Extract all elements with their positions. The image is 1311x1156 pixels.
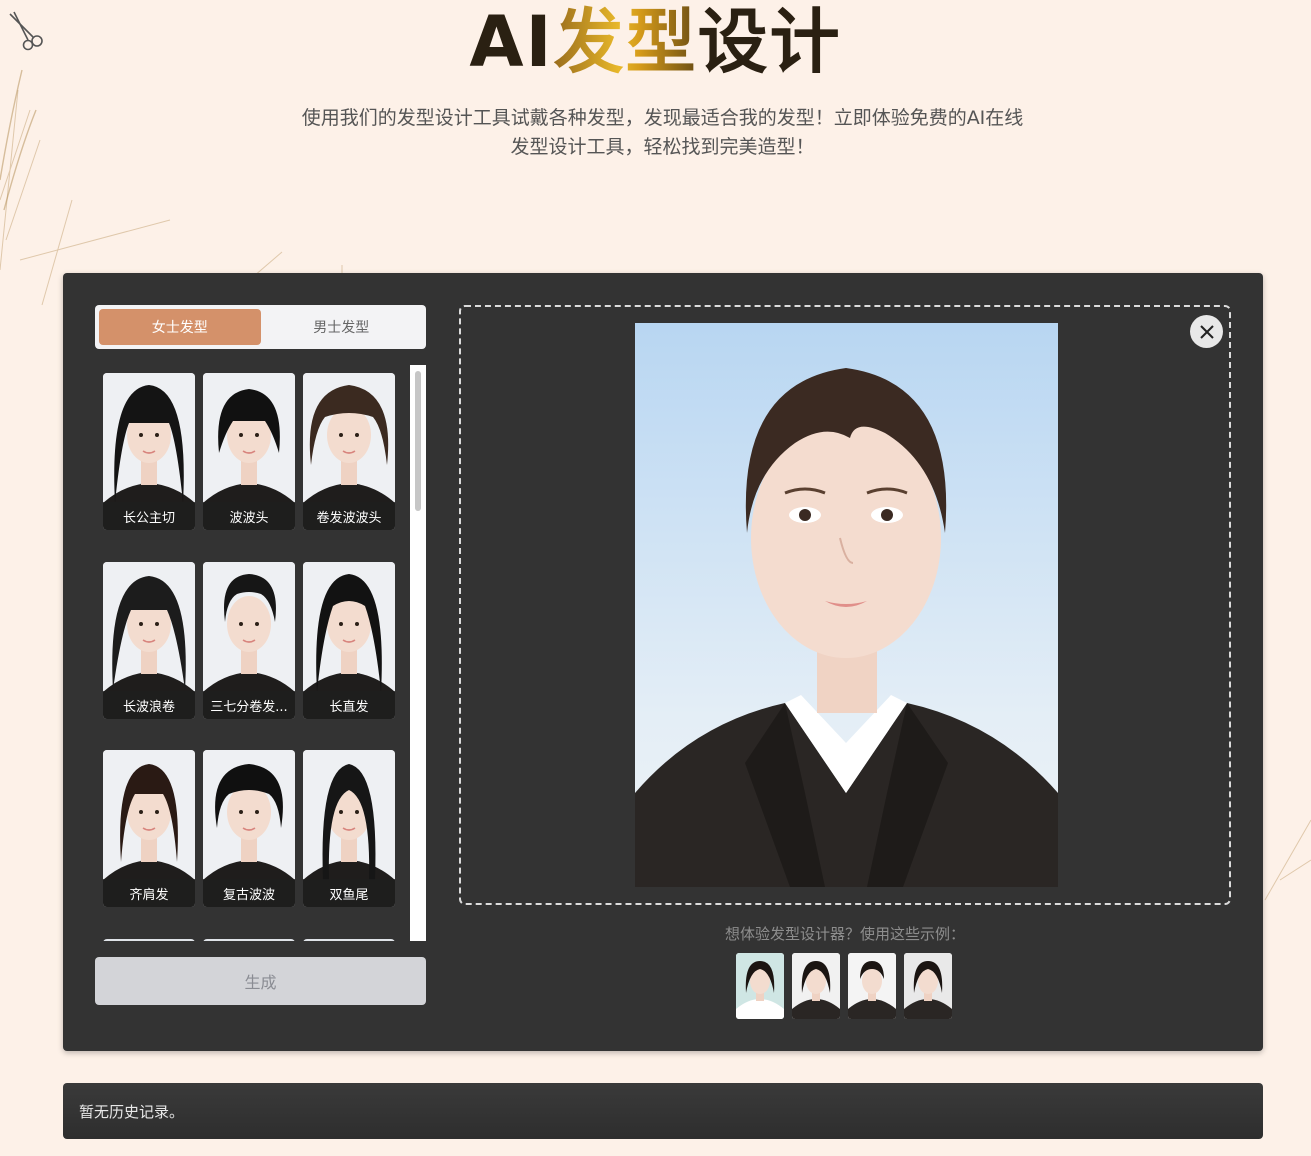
page-title: AI发型设计 [0, 2, 1311, 82]
example-thumbnail [792, 953, 840, 1019]
example-thumbnail [736, 953, 784, 1019]
hairstyle-card[interactable]: 波波头 [203, 373, 295, 530]
hairstyle-label: 复古波波 [203, 879, 295, 907]
uploaded-photo [635, 323, 1058, 887]
page-subtitle: 使用我们的发型设计工具试戴各种发型，发现最适合我的发型！立即体验免费的AI在线 … [270, 104, 1055, 162]
example-thumbnail [848, 953, 896, 1019]
tab-women[interactable]: 女士发型 [99, 309, 261, 345]
example-thumbnail [904, 953, 952, 1019]
hairstyle-card[interactable]: 齐肩发 [103, 750, 195, 907]
title-ai: AI [469, 1, 554, 83]
hairstyle-label: 双鱼尾 [303, 879, 395, 907]
hairstyle-card[interactable]: 卷发波波头 [303, 373, 395, 530]
scrollbar-thumb[interactable] [415, 371, 421, 511]
hairstyle-label: 波波头 [203, 502, 295, 530]
hairstyle-card[interactable]: 三七分卷发... [203, 562, 295, 719]
title-hairstyle: 发型 [553, 1, 698, 83]
designer-panel: 女士发型 男士发型 长公主切 波波头 卷发波波头长波浪卷 三七分卷发... 长直发齐肩发… [63, 273, 1263, 1051]
history-empty-text: 暂无历史记录。 [79, 1102, 185, 1121]
example-man-1[interactable] [848, 953, 896, 1019]
subtitle-line-2: 发型设计工具，轻松找到完美造型！ [510, 136, 815, 158]
hairstyle-scrollbar[interactable] [410, 365, 426, 941]
example-woman-3[interactable] [904, 953, 952, 1019]
hairstyle-label: 三七分卷发... [203, 691, 295, 719]
close-icon [1199, 324, 1214, 339]
hairstyle-card[interactable]: 双鱼尾 [303, 750, 395, 907]
tab-men[interactable]: 男士发型 [261, 309, 423, 345]
examples-prompt: 想体验发型设计器？使用这些示例： [724, 925, 965, 943]
gender-tabs: 女士发型 男士发型 [95, 305, 426, 349]
hairstyle-card[interactable]: 长直发 [303, 562, 395, 719]
hairstyle-card-partial[interactable] [103, 939, 195, 941]
example-woman-1[interactable] [736, 953, 784, 1019]
generate-button[interactable]: 生成 [95, 957, 426, 1005]
title-design: 设计 [697, 1, 842, 83]
history-bar: 暂无历史记录。 [63, 1083, 1263, 1139]
hairstyle-card-partial[interactable] [303, 939, 395, 941]
example-woman-2[interactable] [792, 953, 840, 1019]
hairstyle-card[interactable]: 长波浪卷 [103, 562, 195, 719]
example-photos [736, 953, 952, 1019]
hairstyle-card[interactable]: 长公主切 [103, 373, 195, 530]
hairstyle-card[interactable]: 复古波波 [203, 750, 295, 907]
hairstyle-label: 齐肩发 [103, 879, 195, 907]
photo-dropzone[interactable] [459, 305, 1231, 905]
close-button[interactable] [1190, 315, 1223, 348]
hairstyle-label: 长波浪卷 [103, 691, 195, 719]
hairstyle-label: 卷发波波头 [303, 502, 395, 530]
subtitle-line-1: 使用我们的发型设计工具试戴各种发型，发现最适合我的发型！立即体验免费的AI在线 [301, 107, 1024, 129]
hairstyle-label: 长公主切 [103, 502, 195, 530]
hairstyle-card-partial[interactable] [203, 939, 295, 941]
hairstyle-list[interactable]: 长公主切 波波头 卷发波波头长波浪卷 三七分卷发... 长直发齐肩发 复古波波 双鱼尾 [95, 365, 426, 941]
hairstyle-label: 长直发 [303, 691, 395, 719]
